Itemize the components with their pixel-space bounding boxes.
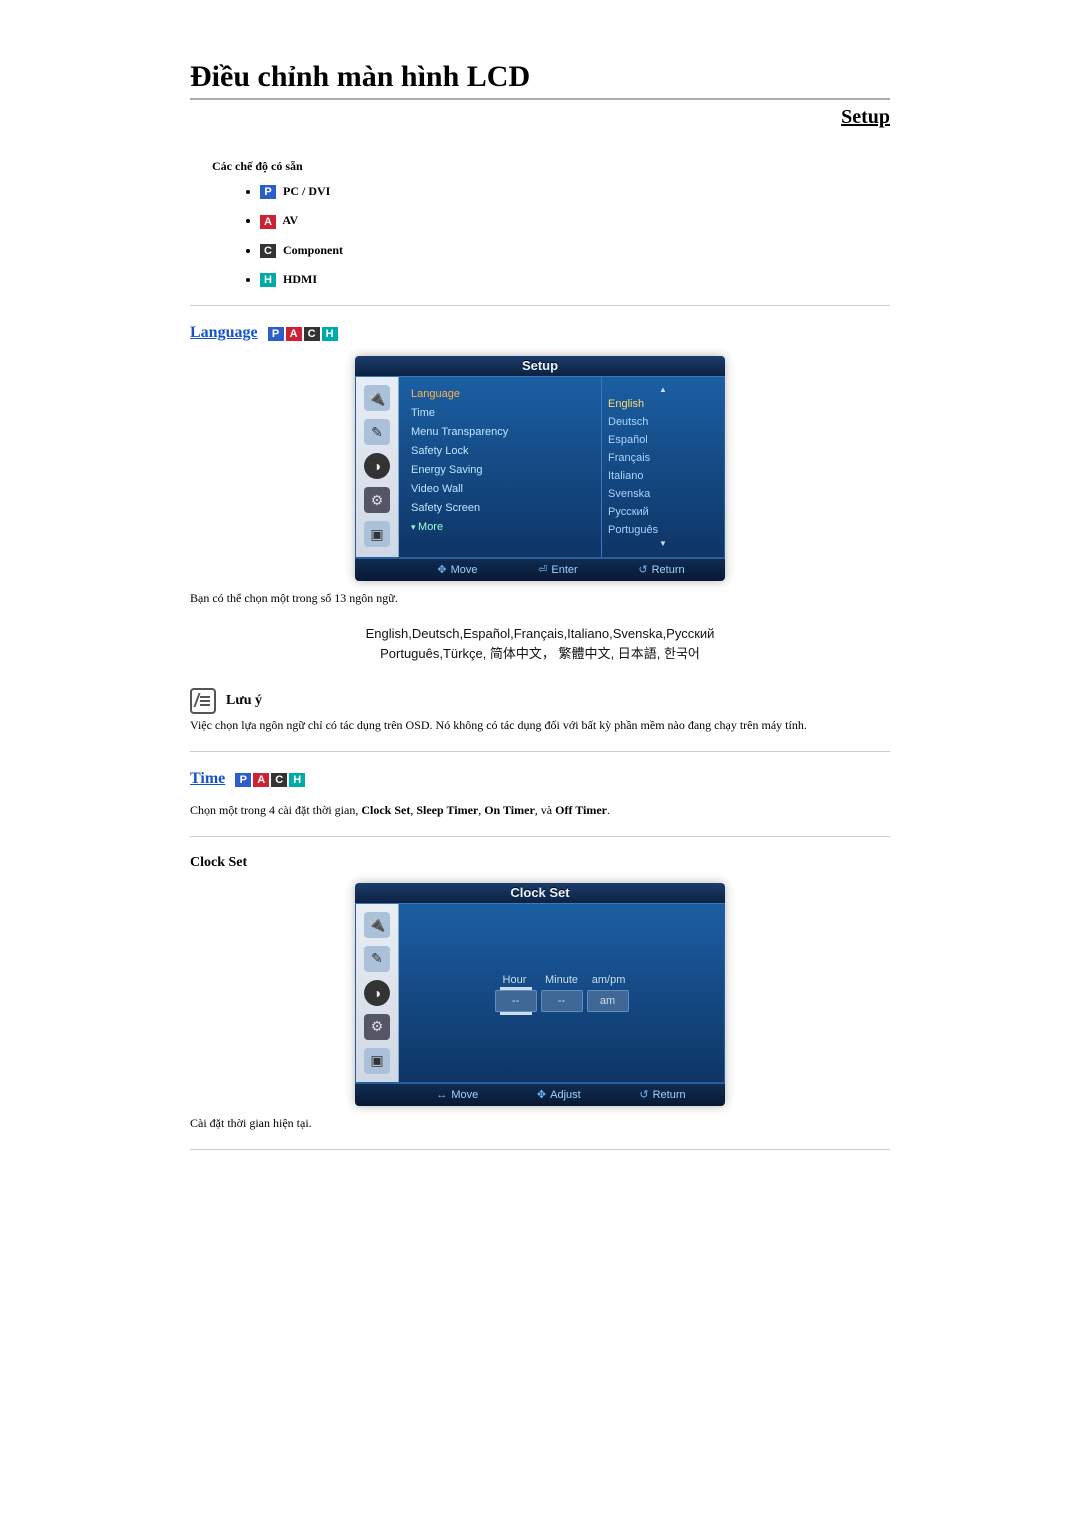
- hint-return: ↺Return: [638, 559, 684, 581]
- a-icon: A: [253, 773, 269, 787]
- lang-option[interactable]: Português: [608, 521, 718, 539]
- h-icon: H: [289, 773, 305, 787]
- menu-item-video-wall[interactable]: Video Wall: [411, 480, 589, 499]
- lang-option[interactable]: Deutsch: [608, 413, 718, 431]
- ampm-stepper[interactable]: am: [587, 990, 629, 1012]
- p-icon: P: [260, 185, 276, 199]
- lang-option[interactable]: Italiano: [608, 467, 718, 485]
- language-link[interactable]: Language: [190, 324, 258, 342]
- osd-sidebar: 🔌 ✎ ◑ ⚙ ▣: [356, 377, 399, 557]
- picture-icon: ✎: [364, 419, 390, 445]
- c-icon: C: [260, 244, 276, 258]
- input-icon: 🔌: [364, 912, 390, 938]
- osd-setup-panel: Setup 🔌 ✎ ◑ ⚙ ▣ Language Time Menu Trans…: [355, 356, 725, 581]
- section-divider: [190, 305, 890, 306]
- mode-label: HDMI: [283, 272, 317, 286]
- time-section-header: Time P A C H: [190, 770, 890, 788]
- scroll-down-icon[interactable]: ▼: [608, 539, 718, 549]
- label-minute: Minute: [540, 974, 584, 986]
- hour-stepper[interactable]: --: [495, 990, 537, 1012]
- label-ampm: am/pm: [587, 974, 631, 986]
- p-icon: P: [235, 773, 251, 787]
- lang-line-2: Português,Türkçe, 简体中文， 繁體中文, 日本語, 한국어: [190, 644, 890, 664]
- note-heading: Lưu ý: [190, 688, 890, 714]
- h-icon: H: [322, 327, 338, 341]
- osd-sidebar: 🔌 ✎ ◑ ⚙ ▣: [356, 904, 399, 1082]
- mode-label: AV: [282, 213, 298, 227]
- mode-item-component: C Component: [260, 243, 890, 258]
- menu-item-language[interactable]: Language: [411, 385, 589, 404]
- note-text: Việc chọn lựa ngôn ngữ chỉ có tác dụng t…: [190, 718, 890, 733]
- a-icon: A: [260, 215, 276, 229]
- hint-return: ↺Return: [639, 1084, 685, 1106]
- menu-item-safety-lock[interactable]: Safety Lock: [411, 442, 589, 461]
- page-title: Điều chỉnh màn hình LCD: [190, 60, 890, 94]
- osd-title: Setup: [355, 356, 725, 377]
- time-link[interactable]: Time: [190, 770, 225, 788]
- hint-adjust: ✥Adjust: [537, 1084, 581, 1106]
- mode-label: PC / DVI: [283, 184, 330, 198]
- lang-option[interactable]: Русский: [608, 503, 718, 521]
- input-icon: 🔌: [364, 385, 390, 411]
- lang-option[interactable]: Français: [608, 449, 718, 467]
- menu-item-transparency[interactable]: Menu Transparency: [411, 423, 589, 442]
- osd-language-options: ▲ English Deutsch Español Français Itali…: [601, 377, 724, 557]
- mode-item-hdmi: H HDMI: [260, 272, 890, 287]
- label-hour: Hour: [492, 974, 536, 986]
- setup-icon: ⚙: [364, 487, 390, 513]
- c-icon: C: [271, 773, 287, 787]
- multi-icon: ▣: [364, 521, 390, 547]
- sound-icon: ◑: [364, 453, 390, 479]
- c-icon: C: [304, 327, 320, 341]
- osd-menu: Language Time Menu Transparency Safety L…: [399, 377, 601, 557]
- osd-footer: ↔Move ✥Adjust ↺Return: [355, 1083, 725, 1106]
- clock-set-heading: Clock Set: [190, 855, 890, 871]
- osd-footer: ✥Move ⏎Enter ↺Return: [355, 558, 725, 581]
- section-divider: [190, 1149, 890, 1150]
- section-divider: [190, 751, 890, 752]
- hint-enter: ⏎Enter: [538, 559, 578, 581]
- language-mode-badges: P A C H: [268, 324, 336, 342]
- mode-label: Component: [283, 243, 343, 257]
- language-description: Bạn có thể chọn một trong số 13 ngôn ngữ…: [190, 591, 890, 606]
- mode-item-pc-dvi: P PC / DVI: [260, 184, 890, 199]
- language-section-header: Language P A C H: [190, 324, 890, 342]
- menu-item-energy-saving[interactable]: Energy Saving: [411, 461, 589, 480]
- sound-icon: ◑: [364, 980, 390, 1006]
- a-icon: A: [286, 327, 302, 341]
- available-modes-heading: Các chế độ có sẵn: [212, 159, 890, 174]
- time-mode-badges: P A C H: [235, 771, 303, 789]
- language-list-figure: English,Deutsch,Español,Français,Italian…: [190, 624, 890, 664]
- setup-icon: ⚙: [364, 1014, 390, 1040]
- mode-list: P PC / DVI A AV C Component H HDMI: [260, 184, 890, 287]
- minute-stepper[interactable]: --: [541, 990, 583, 1012]
- menu-item-safety-screen[interactable]: Safety Screen: [411, 499, 589, 518]
- title-divider: [190, 98, 890, 100]
- menu-item-time[interactable]: Time: [411, 404, 589, 423]
- clock-row: -- -- am: [495, 990, 629, 1012]
- section-divider: [190, 836, 890, 837]
- mode-item-av: A AV: [260, 213, 890, 228]
- scroll-up-icon[interactable]: ▲: [608, 385, 718, 395]
- osd-title: Clock Set: [355, 883, 725, 904]
- lang-option[interactable]: English: [608, 395, 718, 413]
- note-icon: [190, 688, 216, 714]
- hint-move: ✥Move: [437, 559, 477, 581]
- lang-line-1: English,Deutsch,Español,Français,Italian…: [190, 624, 890, 644]
- note-label: Lưu ý: [226, 693, 262, 708]
- picture-icon: ✎: [364, 946, 390, 972]
- clock-labels: Hour Minute am/pm: [492, 974, 630, 986]
- time-description: Chọn một trong 4 cài đặt thời gian, Cloc…: [190, 803, 890, 818]
- osd-clock-set-panel: Clock Set 🔌 ✎ ◑ ⚙ ▣ Hour Minute am/pm --…: [355, 883, 725, 1106]
- clock-set-desc: Cài đặt thời gian hiện tại.: [190, 1116, 890, 1131]
- p-icon: P: [268, 327, 284, 341]
- lang-option[interactable]: Svenska: [608, 485, 718, 503]
- hint-move: ↔Move: [436, 1084, 478, 1106]
- lang-option[interactable]: Español: [608, 431, 718, 449]
- multi-icon: ▣: [364, 1048, 390, 1074]
- menu-item-more[interactable]: More: [411, 518, 589, 537]
- h-icon: H: [260, 273, 276, 287]
- setup-heading: Setup: [190, 106, 890, 129]
